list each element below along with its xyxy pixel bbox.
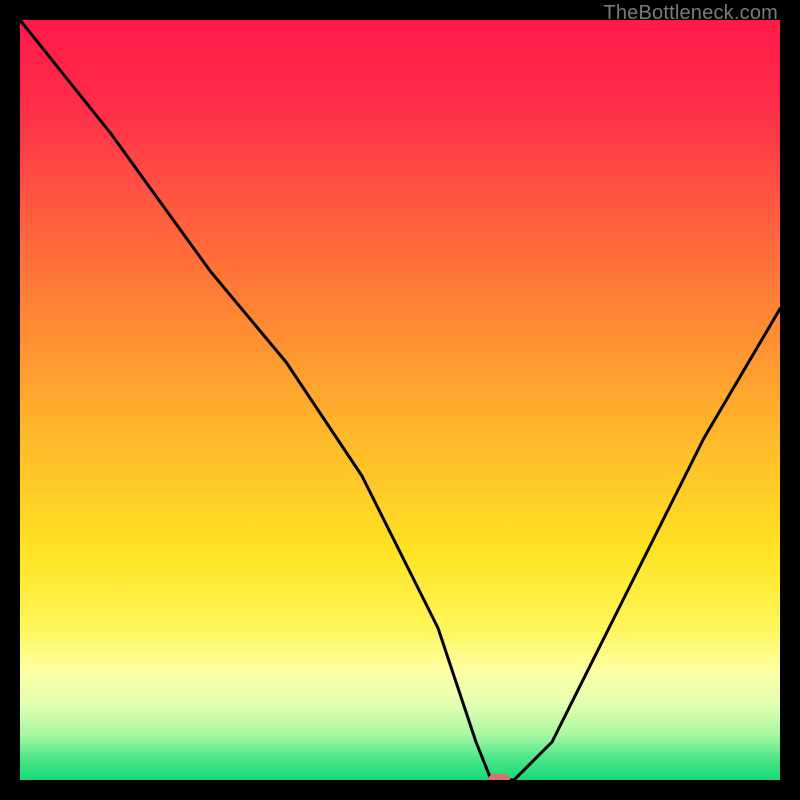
plot-area — [20, 20, 780, 780]
gradient-background — [20, 20, 780, 780]
optimal-point-marker — [488, 774, 510, 780]
chart-frame: TheBottleneck.com — [0, 0, 800, 800]
watermark-text: TheBottleneck.com — [603, 2, 778, 25]
